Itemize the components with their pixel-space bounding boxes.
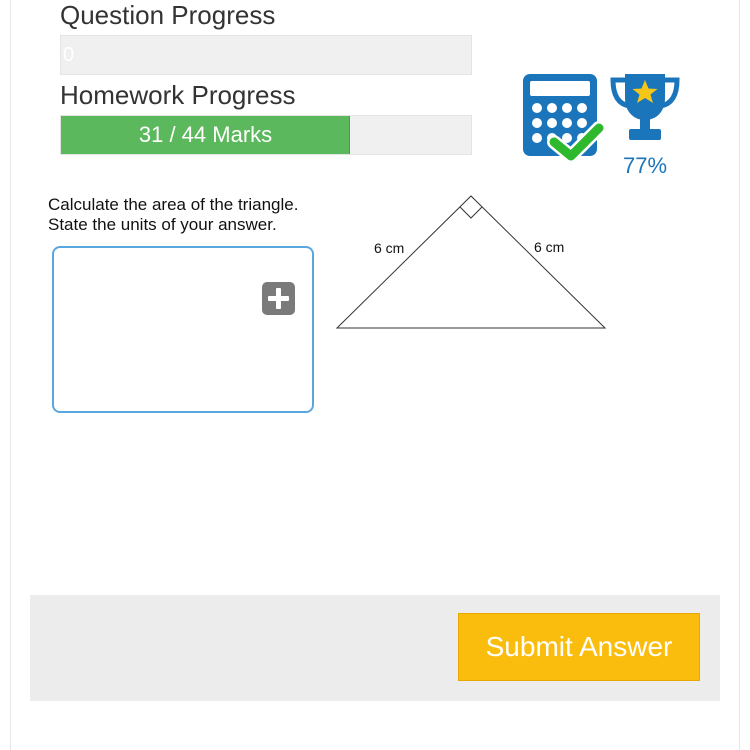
question-text: Calculate the area of the triangle. Stat…: [48, 195, 298, 235]
footer-bar: Submit Answer: [30, 595, 720, 701]
score-percent: 77%: [622, 153, 668, 178]
homework-progress-marks: 31 / 44 Marks: [138, 122, 273, 147]
question-progress-label: Question Progress: [60, 0, 276, 30]
question-line-2: State the units of your answer.: [48, 215, 277, 234]
submit-answer-button[interactable]: Submit Answer: [458, 613, 700, 681]
calculator-check-icon: [521, 72, 606, 172]
homework-progress-label: Homework Progress: [60, 80, 296, 110]
homework-progress-bar: 31 / 44 Marks: [60, 115, 472, 155]
triangle-shape: [335, 195, 607, 329]
trophy-star-icon: [607, 72, 683, 149]
right-side-label: 6 cm: [534, 239, 564, 255]
plus-icon[interactable]: [262, 282, 295, 315]
question-progress-value: 0: [63, 44, 75, 66]
right-angle-marker: [459, 206, 483, 219]
answer-input[interactable]: [52, 246, 314, 413]
question-progress-bar: 0: [60, 35, 472, 75]
left-side-label: 6 cm: [374, 240, 404, 256]
question-line-1: Calculate the area of the triangle.: [48, 195, 299, 214]
triangle-diagram: 6 cm 6 cm: [330, 190, 620, 345]
